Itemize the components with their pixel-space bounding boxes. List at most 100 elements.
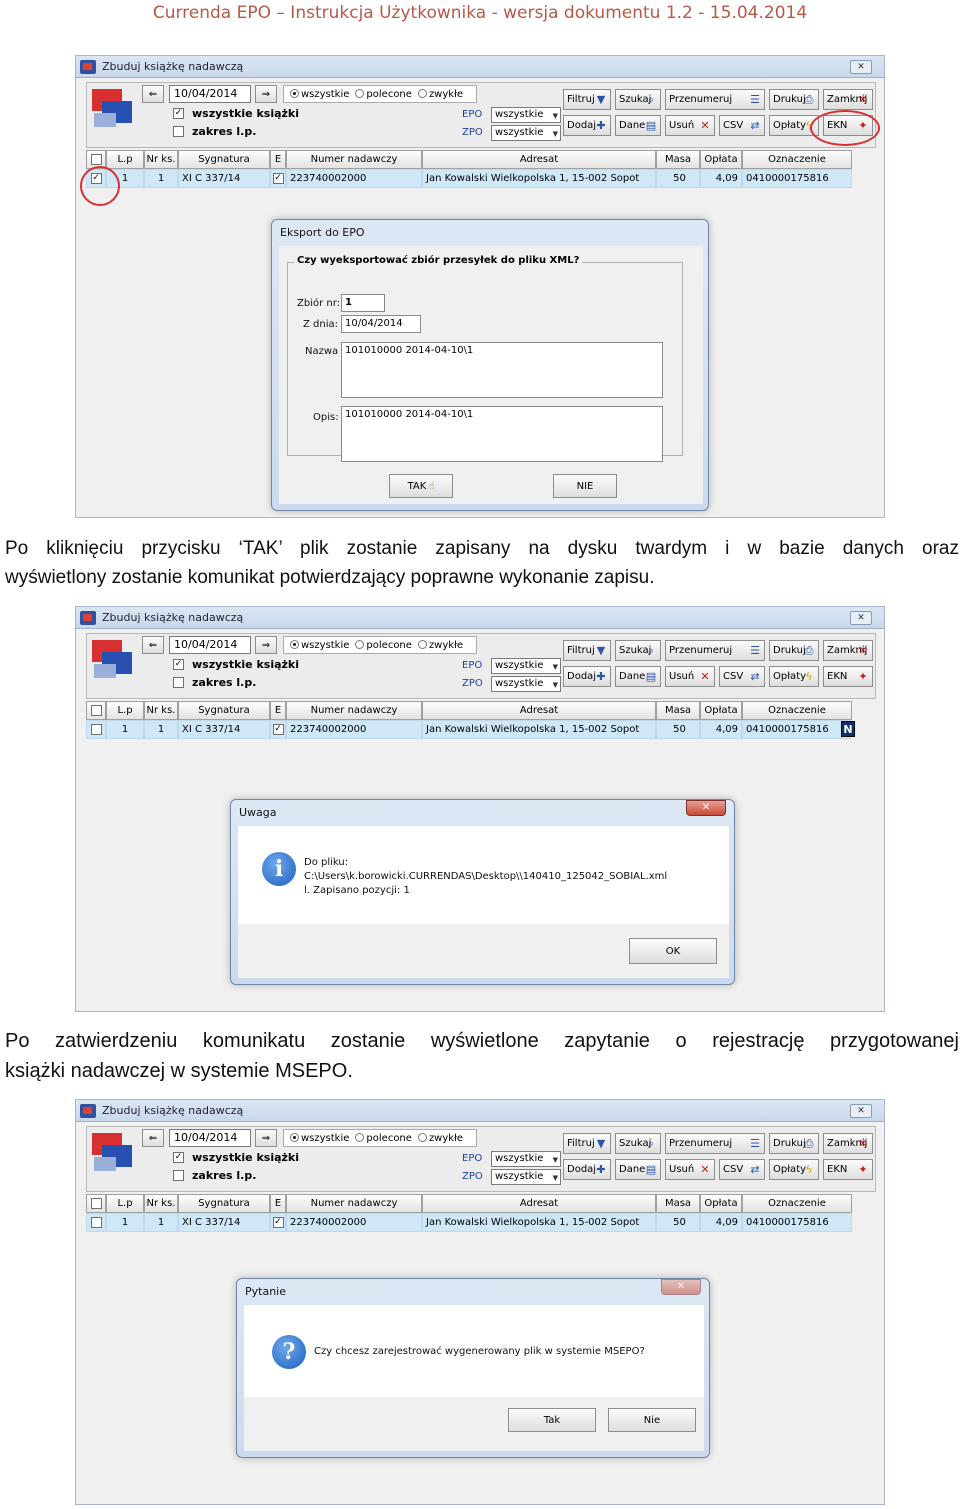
delete-button[interactable]: Usuń ✕	[665, 1159, 715, 1180]
range-checkbox[interactable]: zakres l.p.	[173, 125, 256, 138]
date-field[interactable]: 10/04/2014	[169, 636, 251, 654]
prev-date-button[interactable]: ⇐	[142, 85, 164, 103]
date-field[interactable]: 10/04/2014	[169, 1129, 251, 1147]
prev-date-button[interactable]: ⇐	[142, 1129, 164, 1147]
renumber-button[interactable]: Przenumeruj ☰	[665, 89, 765, 110]
ekn-button[interactable]: EKN ✦	[823, 666, 873, 687]
opis-field[interactable]: 101010000 2014-04-10\1	[341, 406, 663, 462]
filter-button[interactable]: Filtruj ▼	[563, 640, 611, 661]
row-e-checkbox[interactable]: ✓	[270, 1213, 286, 1232]
col-oplata[interactable]: Opłata	[700, 150, 742, 169]
radio-ordinary[interactable]: zwykłe	[417, 88, 463, 100]
search-button[interactable]: Szukaj ⌕	[615, 1133, 661, 1154]
radio-all[interactable]: wszystkie	[290, 88, 349, 100]
next-date-button[interactable]: ⇒	[255, 85, 277, 103]
col-adresat[interactable]: Adresat	[422, 150, 656, 169]
next-date-button[interactable]: ⇒	[255, 636, 277, 654]
no-button[interactable]: Nie	[608, 1408, 696, 1432]
dialog-close-button[interactable]: ✕	[686, 800, 726, 816]
col-sygnatura[interactable]: Sygnatura	[178, 1194, 270, 1213]
no-button[interactable]: NIE	[553, 474, 617, 498]
fees-button[interactable]: Opłaty ϟ	[769, 666, 819, 687]
col-sygnatura[interactable]: Sygnatura	[178, 701, 270, 720]
col-oplata[interactable]: Opłata	[700, 701, 742, 720]
type-radio-group[interactable]: wszystkie polecone zwykłe	[283, 636, 477, 654]
table-row[interactable]: 1 1 XI C 337/14 ✓ 223740002000 Jan Kowal…	[86, 1213, 876, 1232]
range-checkbox[interactable]: zakres l.p.	[173, 1169, 256, 1182]
renumber-button[interactable]: Przenumeruj ☰	[665, 640, 765, 661]
col-sygnatura[interactable]: Sygnatura	[178, 150, 270, 169]
close-button[interactable]: Zamknij ✕	[823, 89, 873, 110]
select-all-header[interactable]	[86, 1194, 106, 1213]
radio-ordinary[interactable]: zwykłe	[417, 1132, 463, 1144]
type-radio-group[interactable]: wszystkie polecone zwykłe	[283, 85, 477, 103]
col-oznaczenie[interactable]: Oznaczenie	[742, 1194, 852, 1213]
radio-all[interactable]: wszystkie	[290, 1132, 349, 1144]
data-button[interactable]: Dane ▤	[615, 666, 661, 687]
col-e[interactable]: E	[270, 150, 286, 169]
add-button[interactable]: Dodaj ✚	[563, 1159, 611, 1180]
add-button[interactable]: Dodaj ✚	[563, 666, 611, 687]
window-close-button[interactable]: ✕	[850, 1104, 872, 1118]
col-masa[interactable]: Masa	[656, 701, 700, 720]
col-e[interactable]: E	[270, 701, 286, 720]
col-masa[interactable]: Masa	[656, 1194, 700, 1213]
csv-button[interactable]: CSV ⇄	[719, 666, 765, 687]
type-radio-group[interactable]: wszystkie polecone zwykłe	[283, 1129, 477, 1147]
col-numer[interactable]: Numer nadawczy	[286, 701, 422, 720]
prev-date-button[interactable]: ⇐	[142, 636, 164, 654]
col-numer[interactable]: Numer nadawczy	[286, 1194, 422, 1213]
range-checkbox[interactable]: zakres l.p.	[173, 676, 256, 689]
zpo-select[interactable]: wszystkie	[491, 125, 561, 141]
csv-button[interactable]: CSV ⇄	[719, 1159, 765, 1180]
filter-button[interactable]: Filtruj ▼	[563, 1133, 611, 1154]
row-checkbox[interactable]	[86, 720, 106, 739]
window-close-button[interactable]: ✕	[850, 60, 872, 74]
row-e-checkbox[interactable]: ✓	[270, 169, 286, 188]
delete-button[interactable]: Usuń ✕	[665, 115, 715, 136]
yes-button[interactable]: Tak	[508, 1408, 596, 1432]
ekn-button[interactable]: EKN ✦	[823, 1159, 873, 1180]
radio-registered[interactable]: polecone	[355, 639, 412, 651]
renumber-button[interactable]: Przenumeruj ☰	[665, 1133, 765, 1154]
col-nr[interactable]: Nr ks.	[144, 1194, 178, 1213]
csv-button[interactable]: CSV ⇄	[719, 115, 765, 136]
next-date-button[interactable]: ⇒	[255, 1129, 277, 1147]
col-numer[interactable]: Numer nadawczy	[286, 150, 422, 169]
zdnia-field[interactable]: 10/04/2014	[341, 315, 421, 333]
zpo-select[interactable]: wszystkie	[491, 676, 561, 692]
close-button[interactable]: Zamknij ✕	[823, 1133, 873, 1154]
col-oznaczenie[interactable]: Oznaczenie	[742, 701, 852, 720]
col-nr[interactable]: Nr ks.	[144, 701, 178, 720]
fees-button[interactable]: Opłaty ϟ	[769, 1159, 819, 1180]
zpo-select[interactable]: wszystkie	[491, 1169, 561, 1185]
n-badge[interactable]: N	[841, 721, 855, 737]
zbior-field[interactable]: 1	[341, 294, 385, 312]
data-button[interactable]: Dane ▤	[615, 115, 661, 136]
row-checkbox[interactable]	[86, 1213, 106, 1232]
table-row[interactable]: ✓ 1 1 XI C 337/14 ✓ 223740002000 Jan Kow…	[86, 169, 876, 188]
window-close-button[interactable]: ✕	[850, 611, 872, 625]
search-button[interactable]: Szukaj ⌕	[615, 640, 661, 661]
radio-registered[interactable]: polecone	[355, 1132, 412, 1144]
col-e[interactable]: E	[270, 1194, 286, 1213]
all-books-checkbox[interactable]: ✓ wszystkie książki	[173, 107, 299, 120]
date-field[interactable]: 10/04/2014	[169, 85, 251, 103]
print-button[interactable]: Drukuj ⎙	[769, 640, 819, 661]
close-button[interactable]: Zamknij ✕	[823, 640, 873, 661]
data-button[interactable]: Dane ▤	[615, 1159, 661, 1180]
col-adresat[interactable]: Adresat	[422, 1194, 656, 1213]
table-row[interactable]: 1 1 XI C 337/14 ✓ 223740002000 Jan Kowal…	[86, 720, 876, 739]
epo-select[interactable]: wszystkie	[491, 1151, 561, 1167]
col-oplata[interactable]: Opłata	[700, 1194, 742, 1213]
col-oznaczenie[interactable]: Oznaczenie	[742, 150, 852, 169]
select-all-header[interactable]	[86, 701, 106, 720]
delete-button[interactable]: Usuń ✕	[665, 666, 715, 687]
print-button[interactable]: Drukuj ⎙	[769, 89, 819, 110]
yes-button[interactable]: TAK ☝	[389, 474, 453, 498]
col-nr[interactable]: Nr ks.	[144, 150, 178, 169]
dialog-close-button[interactable]: ✕	[661, 1279, 701, 1295]
epo-select[interactable]: wszystkie	[491, 107, 561, 123]
col-lp[interactable]: L.p	[106, 701, 144, 720]
col-adresat[interactable]: Adresat	[422, 701, 656, 720]
